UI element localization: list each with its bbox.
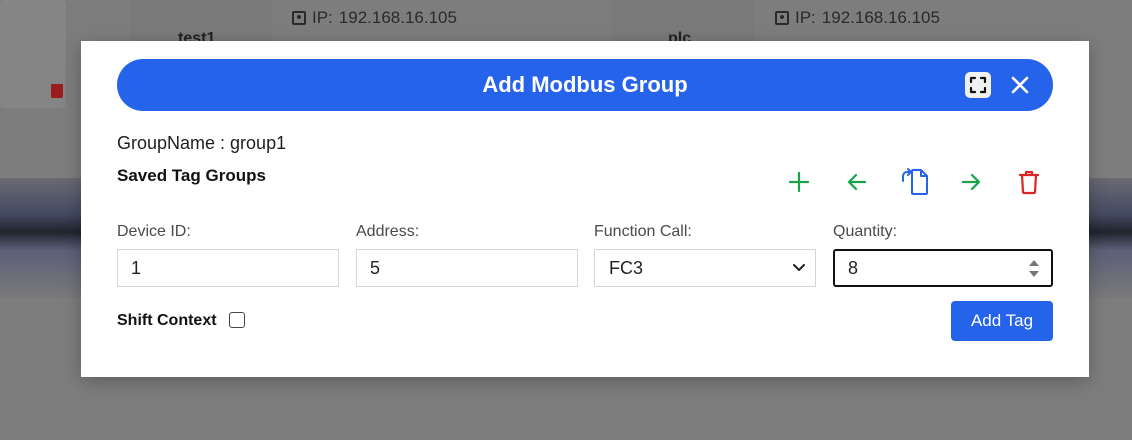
quantity-label: Quantity: xyxy=(833,223,898,240)
expand-icon xyxy=(969,76,987,94)
address-label: Address: xyxy=(356,223,420,240)
shift-context-checkbox[interactable] xyxy=(229,312,245,328)
chevron-down-icon xyxy=(793,264,805,271)
decrement-icon[interactable] xyxy=(1029,270,1039,277)
function-call-value: FC3 xyxy=(609,257,644,278)
quantity-value[interactable]: 8 xyxy=(848,258,858,279)
modal-title: Add Modbus Group xyxy=(482,72,688,97)
function-call-select[interactable]: FC3 xyxy=(594,249,816,287)
ip-value: 192.168.16.105 xyxy=(338,8,457,27)
increment-icon[interactable] xyxy=(1029,259,1039,266)
copy-group-button[interactable] xyxy=(900,167,930,197)
copy-document-icon xyxy=(902,168,928,195)
device-icon xyxy=(775,11,789,25)
group-name-text: GroupName : group1 xyxy=(117,133,287,153)
close-icon xyxy=(1011,76,1029,94)
add-group-button[interactable] xyxy=(784,167,814,197)
expand-button[interactable] xyxy=(965,72,991,98)
device-icon xyxy=(292,11,306,25)
next-group-button[interactable] xyxy=(956,167,986,197)
ip-value: 192.168.16.105 xyxy=(821,8,940,27)
quantity-spinner[interactable] xyxy=(1029,259,1039,277)
device-ip-row: IP: 192.168.16.105 xyxy=(775,8,940,28)
ip-label: IP: xyxy=(795,8,816,27)
arrow-right-icon xyxy=(961,173,981,191)
device-id-input[interactable] xyxy=(117,249,339,287)
trash-icon xyxy=(1018,170,1040,195)
add-modbus-group-modal: Add Modbus Group GroupName : group1 Save… xyxy=(81,41,1089,377)
previous-group-button[interactable] xyxy=(842,167,872,197)
background-trash-icon xyxy=(51,84,63,98)
quantity-stepper[interactable]: 8 xyxy=(833,249,1053,287)
device-id-label: Device ID: xyxy=(117,223,191,240)
delete-group-button[interactable] xyxy=(1014,167,1044,197)
add-tag-button[interactable]: Add Tag xyxy=(951,301,1053,341)
modal-header: Add Modbus Group xyxy=(117,59,1053,111)
saved-tag-groups-title: Saved Tag Groups xyxy=(117,166,266,185)
shift-context-label: Shift Context xyxy=(117,312,217,329)
device-ip-row: IP: 192.168.16.105 xyxy=(292,8,457,28)
address-input[interactable] xyxy=(356,249,578,287)
device-card-test1: test1 xyxy=(130,0,272,47)
device-card-plc: plc xyxy=(612,0,754,47)
plus-icon xyxy=(788,171,810,193)
close-button[interactable] xyxy=(1007,72,1033,98)
arrow-left-icon xyxy=(847,173,867,191)
ip-label: IP: xyxy=(312,8,333,27)
function-call-label: Function Call: xyxy=(594,223,692,240)
